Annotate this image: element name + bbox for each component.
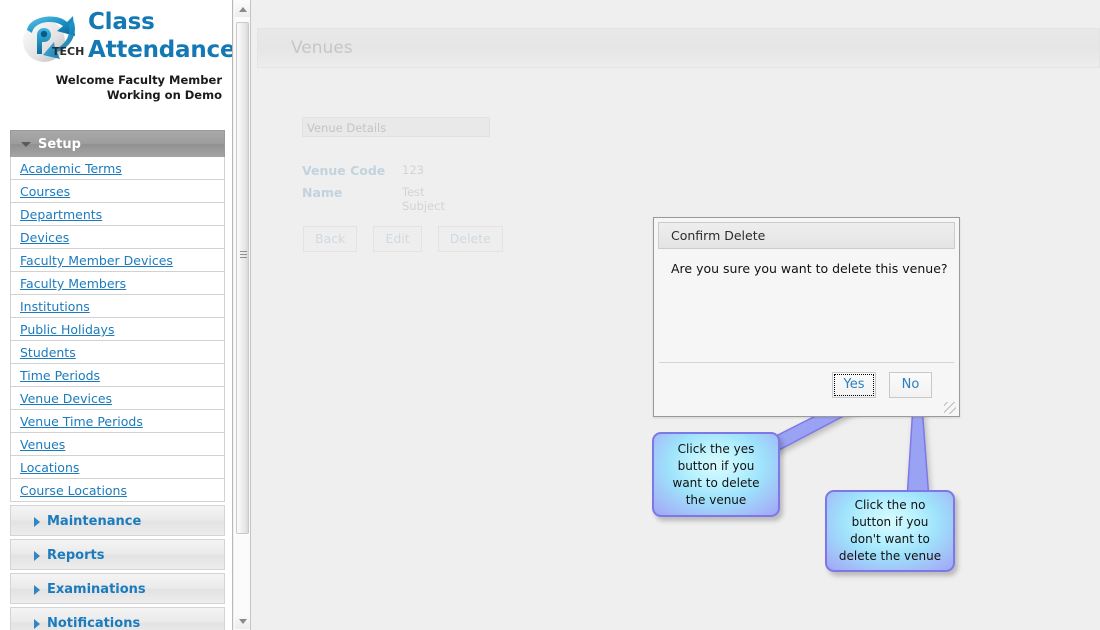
page-title: Venues xyxy=(291,38,353,58)
sidebar-item-venues[interactable]: Venues xyxy=(10,433,225,456)
scroll-down-arrow-icon xyxy=(239,619,247,624)
sidebar-section-setup-label: Setup xyxy=(38,137,81,152)
sidebar-item-public-holidays[interactable]: Public Holidays xyxy=(10,318,225,341)
sidebar-item-course-locations-label[interactable]: Course Locations xyxy=(20,483,127,498)
callout-no: Click the no button if you don't want to… xyxy=(825,490,955,572)
sidebar-item-departments[interactable]: Departments xyxy=(10,203,225,226)
delete-button[interactable]: Delete xyxy=(437,226,503,252)
sidebar-item-academic-terms-label[interactable]: Academic Terms xyxy=(20,161,122,176)
sidebar-item-venue-devices-label[interactable]: Venue Devices xyxy=(20,391,112,406)
callout-no-text: Click the no button if you don't want to… xyxy=(838,498,942,563)
sidebar-section-notifications[interactable]: Notifications xyxy=(10,607,225,630)
caret-right-icon xyxy=(34,619,40,629)
welcome-user: Welcome Faculty Member xyxy=(55,73,222,87)
sidebar-item-faculty-member-devices-label[interactable]: Faculty Member Devices xyxy=(20,253,173,268)
app-title-line1: Class xyxy=(88,9,155,35)
sidebar-section-setup[interactable]: Setup xyxy=(10,130,225,157)
callout-yes: Click the yes button if you want to dele… xyxy=(652,432,780,517)
sidebar-item-time-periods-label[interactable]: Time Periods xyxy=(20,368,100,383)
sidebar-item-academic-terms[interactable]: Academic Terms xyxy=(10,157,225,180)
edit-button[interactable]: Edit xyxy=(373,226,422,252)
field-name-value: Test Subject xyxy=(402,185,445,213)
sidebar-section-maintenance-label: Maintenance xyxy=(47,514,142,529)
page-banner: Venues xyxy=(257,28,1100,68)
sidebar-section-reports[interactable]: Reports xyxy=(10,539,225,570)
sidebar: TECH Class Attendance Welcome Faculty Me… xyxy=(0,0,233,630)
callout-yes-text: Click the yes button if you want to dele… xyxy=(672,441,760,507)
field-venue-code-value: 123 xyxy=(402,163,424,177)
app-title: Class Attendance xyxy=(88,8,233,64)
scrollbar-grip-icon xyxy=(240,251,247,260)
scrollbar-down-button[interactable] xyxy=(235,613,250,629)
sidebar-section-reports-label: Reports xyxy=(47,548,105,563)
brand-header: TECH Class Attendance Welcome Faculty Me… xyxy=(0,0,232,118)
sidebar-item-venue-time-periods-label[interactable]: Venue Time Periods xyxy=(20,414,143,429)
dialog-footer: Yes No xyxy=(659,362,954,412)
venue-details-header: Venue Details xyxy=(302,117,490,137)
sidebar-section-examinations[interactable]: Examinations xyxy=(10,573,225,604)
sidebar-section-examinations-label: Examinations xyxy=(47,582,146,597)
dialog-no-label: No xyxy=(901,377,920,392)
sidebar-item-venues-label[interactable]: Venues xyxy=(20,437,65,452)
sidebar-item-devices-label[interactable]: Devices xyxy=(20,230,69,245)
sidebar-item-departments-label[interactable]: Departments xyxy=(20,207,102,222)
caret-down-icon xyxy=(21,142,31,147)
app-title-line2: Attendance xyxy=(88,37,233,63)
sidebar-item-course-locations[interactable]: Course Locations xyxy=(10,479,225,502)
caret-right-icon xyxy=(34,551,40,561)
sidebar-item-devices[interactable]: Devices xyxy=(10,226,225,249)
globe-arrow-logo: TECH xyxy=(23,16,84,62)
sidebar-item-students[interactable]: Students xyxy=(10,341,225,364)
sidebar-item-locations-label[interactable]: Locations xyxy=(20,460,79,475)
sidebar-item-time-periods[interactable]: Time Periods xyxy=(10,364,225,387)
caret-right-icon xyxy=(34,585,40,595)
sidebar-menu: Setup Academic Terms Courses Departments… xyxy=(10,130,225,630)
sidebar-item-institutions-label[interactable]: Institutions xyxy=(20,299,90,314)
form-button-row: Back Edit Delete xyxy=(303,226,514,252)
sidebar-scrollbar[interactable] xyxy=(234,0,251,630)
callout-no-tail xyxy=(906,405,930,501)
resize-grip-icon[interactable] xyxy=(944,402,956,414)
sidebar-section-maintenance[interactable]: Maintenance xyxy=(10,505,225,536)
sidebar-item-courses[interactable]: Courses xyxy=(10,180,225,203)
sidebar-item-institutions[interactable]: Institutions xyxy=(10,295,225,318)
welcome-text: Welcome Faculty Member Working on Demo xyxy=(56,73,222,103)
field-name-label: Name xyxy=(302,185,343,200)
caret-right-icon xyxy=(34,517,40,527)
sidebar-item-faculty-members-label[interactable]: Faculty Members xyxy=(20,276,126,291)
sidebar-item-locations[interactable]: Locations xyxy=(10,456,225,479)
field-venue-code-label: Venue Code xyxy=(302,163,386,178)
scrollbar-thumb[interactable] xyxy=(236,22,249,534)
scrollbar-up-button[interactable] xyxy=(235,1,250,17)
dialog-title: Confirm Delete xyxy=(658,222,955,249)
welcome-context: Working on Demo xyxy=(106,88,222,102)
sidebar-item-venue-devices[interactable]: Venue Devices xyxy=(10,387,225,410)
dialog-yes-button[interactable]: Yes xyxy=(832,372,876,398)
sidebar-section-notifications-label: Notifications xyxy=(47,616,141,630)
sidebar-item-students-label[interactable]: Students xyxy=(20,345,76,360)
app-root: TECH Class Attendance Welcome Faculty Me… xyxy=(0,0,1100,630)
sidebar-item-courses-label[interactable]: Courses xyxy=(20,184,70,199)
sidebar-item-faculty-member-devices[interactable]: Faculty Member Devices xyxy=(10,249,225,272)
sidebar-item-venue-time-periods[interactable]: Venue Time Periods xyxy=(10,410,225,433)
sidebar-item-faculty-members[interactable]: Faculty Members xyxy=(10,272,225,295)
confirm-delete-dialog: Confirm Delete Are you sure you want to … xyxy=(653,217,960,417)
dialog-no-button[interactable]: No xyxy=(889,372,932,398)
back-button[interactable]: Back xyxy=(303,226,358,252)
dialog-message: Are you sure you want to delete this ven… xyxy=(671,261,948,276)
scroll-up-arrow-icon xyxy=(239,7,247,12)
logo-text: TECH xyxy=(52,45,84,58)
sidebar-item-public-holidays-label[interactable]: Public Holidays xyxy=(20,322,114,337)
focus-ring xyxy=(834,374,874,396)
